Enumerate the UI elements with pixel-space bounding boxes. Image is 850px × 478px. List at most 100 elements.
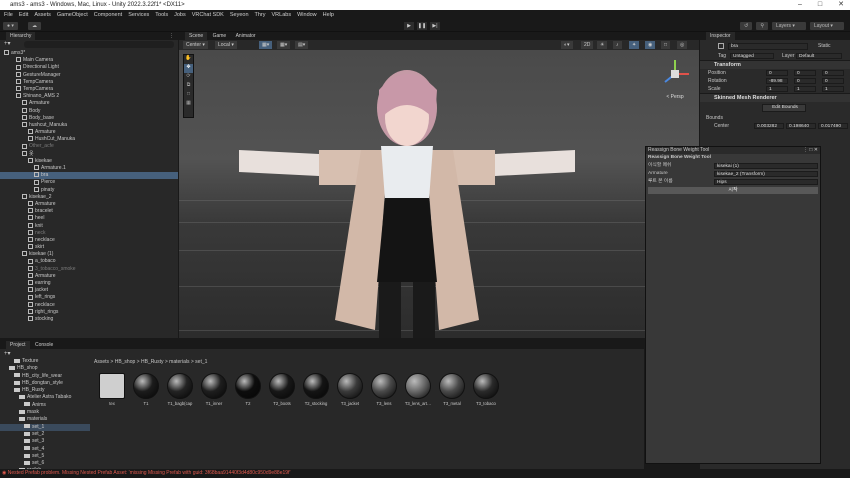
hierarchy-row[interactable]: Armature [0,129,178,136]
center-z-field[interactable]: 0.017490 [818,123,848,129]
static-toggle[interactable]: Static [818,43,831,49]
asset-item[interactable]: T3_metal [438,373,466,406]
hierarchy-row[interactable]: bracelet [0,208,178,215]
hierarchy-row[interactable]: right_rings [0,309,178,316]
edit-bounds-button[interactable]: Edit Bounds [762,104,806,112]
position-y-field[interactable]: 0 [794,70,816,76]
hierarchy-row[interactable]: bra [0,172,178,180]
hierarchy-row[interactable]: left_rings [0,294,178,301]
layers-dropdown[interactable]: Layers ▾ [772,22,806,30]
hierarchy-row[interactable]: heel [0,215,178,222]
folder-item[interactable]: mask [0,409,90,416]
hierarchy-row[interactable]: skirt [0,244,178,251]
position-x-field[interactable]: 0 [766,70,788,76]
hierarchy-row[interactable]: kisekae_2 [0,194,178,201]
grid-snap-button[interactable]: ▦▾ [259,41,273,49]
hierarchy-row[interactable]: necklace [0,237,178,244]
asset-item[interactable]: T1_inner [200,373,228,406]
hierarchy-row[interactable]: ams3* [0,50,178,57]
start-button[interactable]: 시작 [648,187,818,194]
asset-item[interactable]: T2_stocking [302,373,330,406]
hierarchy-row[interactable]: a_tobaco [0,258,178,265]
hierarchy-row[interactable]: Main Camera [0,57,178,64]
account-button[interactable]: ● ▾ [3,22,18,30]
layer-dropdown[interactable]: Default [796,53,842,59]
mesh-field[interactable]: kisekai (1) [714,163,818,169]
folder-item[interactable]: Texture [0,358,90,365]
asset-item[interactable]: T3_jacket [336,373,364,406]
local-dropdown[interactable]: Local ▾ [215,41,237,49]
folder-item[interactable]: set_3 [0,438,90,445]
folder-item[interactable]: HB_shop [0,365,90,372]
menu-seyeon[interactable]: Seyeon [230,10,249,20]
folder-item[interactable]: set_5 [0,453,90,460]
minimize-button[interactable]: – [798,0,802,10]
hierarchy-row[interactable]: pinaty [0,187,178,194]
play-button[interactable]: ▶ [404,22,414,30]
menu-vrchat-sdk[interactable]: VRChat SDK [192,10,224,20]
menu-services[interactable]: Services [128,10,149,20]
step-button[interactable]: ▶| [430,22,440,30]
active-checkbox[interactable] [718,43,724,49]
hierarchy-row[interactable]: TempCamera [0,86,178,93]
hierarchy-row[interactable]: Pierce [0,179,178,186]
pause-button[interactable]: ❚❚ [417,22,427,30]
maximize-button[interactable]: □ [818,0,822,10]
hierarchy-row[interactable]: HushCut_Manuka [0,136,178,143]
shading-mode-button[interactable]: ◐▾ [561,41,573,49]
scene-viewport[interactable]: ✋ ✥ ⟳ ⧉ □ ▦ < Persp [179,50,699,338]
hierarchy-row[interactable]: jacket [0,287,178,294]
tab-game[interactable]: Game [209,32,231,40]
folder-item[interactable]: HB_dongtan_style [0,380,90,387]
folder-item[interactable]: HB_city_life_wear [0,373,90,380]
hierarchy-row[interactable]: earring [0,280,178,287]
asset-item[interactable]: T1_bagb(cap [166,373,194,406]
hierarchy-row[interactable]: Armature.1 [0,165,178,172]
2d-toggle[interactable]: 2D [581,41,594,49]
center-y-field[interactable]: 0.198640 [786,123,816,129]
hierarchy-row[interactable]: stocking [0,316,178,323]
hierarchy-row[interactable]: neck [0,230,178,237]
asset-item[interactable]: T2 [234,373,262,406]
hierarchy-row[interactable]: Armature [0,273,178,280]
menu-tools[interactable]: Tools [155,10,168,20]
hierarchy-row[interactable]: kisekae (1) [0,251,178,258]
add-icon[interactable]: +▾ [4,40,11,47]
close-button[interactable]: ✕ [838,0,844,10]
hierarchy-row[interactable]: Armature [0,100,178,107]
folder-item[interactable]: set_6 [0,460,90,467]
scale-z-field[interactable]: 1 [822,86,844,92]
visibility-toggle-icon[interactable]: ◉ [645,41,656,49]
menu-vrlabs[interactable]: VRLabs [272,10,292,20]
menu-jobs[interactable]: Jobs [174,10,186,20]
folder-item[interactable]: set_4 [0,446,90,453]
hierarchy-row[interactable]: necklace [0,302,178,309]
folder-item[interactable]: set_2 [0,431,90,438]
asset-item[interactable]: tex [98,373,126,406]
asset-item[interactable]: T1 [132,373,160,406]
effects-toggle-icon[interactable]: ✦ [629,41,640,49]
hierarchy-row[interactable]: TempCamera [0,79,178,86]
center-x-field[interactable]: 0.003282 [754,123,784,129]
hierarchy-row[interactable]: GestureManager [0,72,178,79]
tab-project[interactable]: Project [6,341,30,349]
menu-thry[interactable]: Thry [255,10,266,20]
scale-x-field[interactable]: 1 [766,86,788,92]
hierarchy-row[interactable]: 3_tobacco_smoke [0,266,178,273]
tab-scene[interactable]: Scene [185,32,208,40]
folder-item[interactable]: materials [0,416,90,423]
lighting-toggle-icon[interactable]: ☀ [597,41,608,49]
hierarchy-row[interactable]: Body_base [0,115,178,122]
rotation-x-field[interactable]: -89.98 [766,78,788,84]
menu-component[interactable]: Component [94,10,122,20]
audio-toggle-icon[interactable]: ♪ [613,41,622,49]
hierarchy-row[interactable]: kisekae [0,158,178,165]
layout-dropdown[interactable]: Layout ▾ [810,22,844,30]
root-bone-field[interactable]: Hips [714,179,818,185]
project-add-icon[interactable]: +▾ [4,350,11,357]
menu-assets[interactable]: Assets [34,10,51,20]
hierarchy-row[interactable]: hushcut_Manuka [0,122,178,129]
transform-header[interactable]: Transform [700,60,850,69]
folder-item[interactable]: set_1 [0,423,90,431]
asset-item[interactable]: T3_tobaco [472,373,500,406]
